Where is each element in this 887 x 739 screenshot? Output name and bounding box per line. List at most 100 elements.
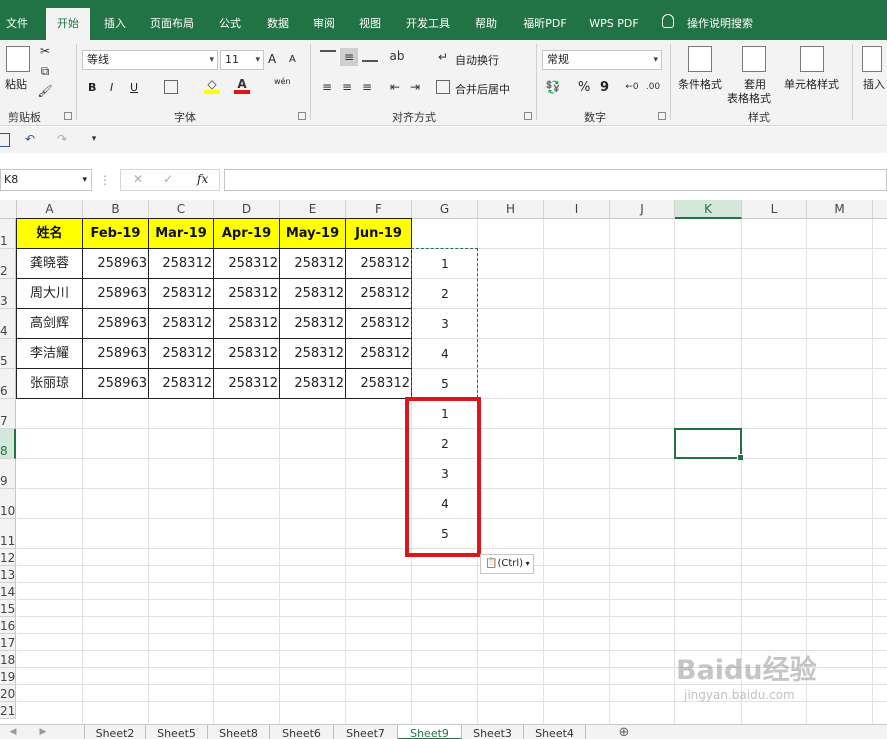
table-cell[interactable]: 258312 <box>345 308 412 339</box>
row-header-19[interactable]: 19 <box>0 668 16 685</box>
tab-view[interactable]: 视图 <box>351 10 389 40</box>
number-format-select[interactable]: 常规 ▾ <box>542 50 662 70</box>
table-cell[interactable]: 龚晓蓉 <box>16 248 83 279</box>
shrink-font-button[interactable]: A <box>289 54 296 65</box>
table-cell[interactable]: 258312 <box>213 248 280 279</box>
worksheet-grid[interactable]: A B C D E F G H I J K L M 1 2 3 4 5 6 7 … <box>0 200 887 724</box>
cell-styles-button[interactable]: 单元格样式 <box>784 76 839 92</box>
merge-center-icon[interactable] <box>436 80 450 94</box>
table-cell[interactable]: 258312 <box>279 248 346 279</box>
table-cell[interactable]: 258312 <box>148 248 214 279</box>
sheet-tab-sheet7[interactable]: Sheet7 <box>334 725 398 739</box>
column-header-j[interactable]: J <box>610 200 675 219</box>
column-header-i[interactable]: I <box>544 200 610 219</box>
cell-styles-icon[interactable] <box>800 46 824 72</box>
decrease-decimal-icon[interactable]: .00 <box>645 80 661 94</box>
currency-icon[interactable]: 💱 <box>544 80 562 94</box>
tab-foxit-pdf[interactable]: 福昕PDF <box>515 10 575 40</box>
sheet-tab-sheet8[interactable]: Sheet8 <box>208 725 270 739</box>
table-cell[interactable]: 258312 <box>213 278 280 309</box>
column-header-l[interactable]: L <box>742 200 807 219</box>
table-cell[interactable]: 258312 <box>279 338 346 369</box>
percent-button[interactable]: % <box>578 80 590 95</box>
table-cell[interactable]: 258312 <box>345 278 412 309</box>
customize-qat-icon[interactable]: ▾ <box>88 131 100 147</box>
grow-font-button[interactable]: A <box>268 52 276 66</box>
table-cell[interactable]: 258963 <box>82 308 149 339</box>
table-cell[interactable]: 258312 <box>213 338 280 369</box>
table-cell[interactable]: 258312 <box>279 368 346 399</box>
wrap-text-icon[interactable]: ↵ <box>436 50 450 64</box>
header-cell-mar[interactable]: Mar-19 <box>148 218 214 249</box>
row-header-15[interactable]: 15 <box>0 600 16 617</box>
clipboard-launcher-icon[interactable] <box>64 112 72 120</box>
cancel-icon[interactable]: ✕ <box>133 172 143 186</box>
row-header-5[interactable]: 5 <box>0 339 16 369</box>
tab-formulas[interactable]: 公式 <box>211 10 249 40</box>
borders-icon[interactable] <box>164 80 178 94</box>
table-cell[interactable]: 258312 <box>345 338 412 369</box>
comma-style-button[interactable]: 9 <box>600 80 609 95</box>
row-header-6[interactable]: 6 <box>0 369 16 399</box>
table-cell[interactable]: 周大川 <box>16 278 83 309</box>
align-center-icon[interactable]: ≡ <box>340 80 354 94</box>
table-cell[interactable]: 258963 <box>82 248 149 279</box>
column-header-n[interactable] <box>873 200 887 219</box>
sheet-tab-sheet6[interactable]: Sheet6 <box>270 725 334 739</box>
tab-page-layout[interactable]: 页面布局 <box>143 10 201 40</box>
tab-help[interactable]: 帮助 <box>467 10 505 40</box>
tab-home[interactable]: 开始 <box>46 8 90 40</box>
enter-icon[interactable]: ✓ <box>163 172 173 186</box>
row-header-2[interactable]: 2 <box>0 249 16 279</box>
increase-decimal-icon[interactable]: ←0 <box>624 80 640 94</box>
insert-cells-icon[interactable] <box>862 46 882 72</box>
underline-button[interactable]: U <box>130 81 138 94</box>
alignment-launcher-icon[interactable] <box>524 112 532 120</box>
redo-icon[interactable]: ↷ <box>54 131 70 147</box>
font-size-select[interactable]: 11 ▾ <box>220 50 264 70</box>
row-header-16[interactable]: 16 <box>0 617 16 634</box>
align-middle-icon[interactable]: ≡ <box>340 48 358 66</box>
row-header-10[interactable]: 10 <box>0 489 16 519</box>
tab-data[interactable]: 数据 <box>259 10 297 40</box>
row-header-11[interactable]: 11 <box>0 519 16 549</box>
conditional-formatting-button[interactable]: 条件格式 <box>678 76 724 92</box>
row-header-4[interactable]: 4 <box>0 309 16 339</box>
table-cell[interactable]: 258312 <box>279 308 346 339</box>
tab-file[interactable]: 文件 <box>0 10 34 40</box>
format-as-table-icon[interactable] <box>742 46 766 72</box>
header-cell-jun[interactable]: Jun-19 <box>345 218 412 249</box>
italic-button[interactable]: I <box>110 81 113 94</box>
sheet-tab-sheet4[interactable]: Sheet4 <box>524 725 586 739</box>
row-header-21[interactable]: 21 <box>0 702 16 719</box>
header-cell-feb[interactable]: Feb-19 <box>82 218 149 249</box>
row-header-18[interactable]: 18 <box>0 651 16 668</box>
column-header-c[interactable]: C <box>149 200 214 219</box>
table-cell[interactable]: 258963 <box>82 278 149 309</box>
column-header-b[interactable]: B <box>83 200 149 219</box>
decrease-indent-icon[interactable]: ⇤ <box>388 80 402 94</box>
table-cell[interactable]: 258312 <box>345 248 412 279</box>
active-cell-k8[interactable] <box>674 428 744 461</box>
tab-review[interactable]: 审阅 <box>307 10 341 40</box>
table-cell[interactable]: 258312 <box>345 368 412 399</box>
font-color-icon[interactable]: A <box>234 77 250 94</box>
undo-icon[interactable]: ↶ <box>22 131 38 147</box>
tab-developer[interactable]: 开发工具 <box>399 10 457 40</box>
paste-icon[interactable] <box>6 46 30 72</box>
increase-indent-icon[interactable]: ⇥ <box>408 80 422 94</box>
column-header-m[interactable]: M <box>807 200 873 219</box>
sheet-tab-sheet3[interactable]: Sheet3 <box>462 725 524 739</box>
row-header-20[interactable]: 20 <box>0 685 16 702</box>
orientation-icon[interactable]: ab <box>388 48 406 64</box>
copy-icon[interactable]: ⧉ <box>38 64 52 78</box>
fill-color-icon[interactable]: ◇ <box>204 77 220 94</box>
tab-wps-pdf[interactable]: WPS PDF <box>583 10 645 40</box>
header-cell-apr[interactable]: Apr-19 <box>213 218 280 249</box>
column-header-d[interactable]: D <box>214 200 280 219</box>
column-header-g[interactable]: G <box>412 200 478 219</box>
table-cell[interactable]: 高剑辉 <box>16 308 83 339</box>
table-cell[interactable]: 258312 <box>213 368 280 399</box>
table-cell[interactable]: 张丽琼 <box>16 368 83 399</box>
paste-button[interactable]: 粘贴 <box>5 76 27 92</box>
